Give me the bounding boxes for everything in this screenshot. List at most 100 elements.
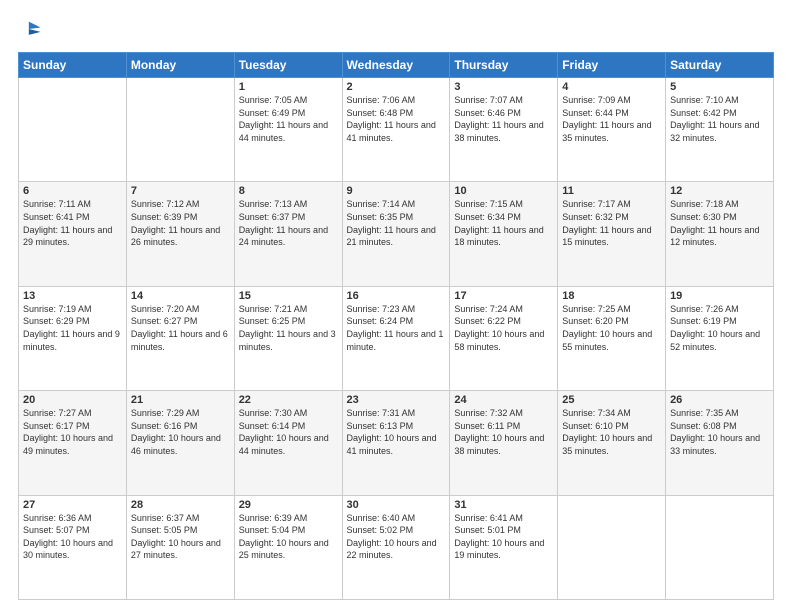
- day-number: 15: [239, 290, 338, 302]
- day-number: 27: [23, 499, 122, 511]
- day-info: Sunrise: 6:36 AMSunset: 5:07 PMDaylight:…: [23, 512, 122, 562]
- calendar-table: Sunday Monday Tuesday Wednesday Thursday…: [18, 52, 774, 600]
- day-info: Sunrise: 7:21 AMSunset: 6:25 PMDaylight:…: [239, 303, 338, 353]
- day-info: Sunrise: 7:25 AMSunset: 6:20 PMDaylight:…: [562, 303, 661, 353]
- day-info: Sunrise: 7:31 AMSunset: 6:13 PMDaylight:…: [347, 407, 446, 457]
- table-row: 23Sunrise: 7:31 AMSunset: 6:13 PMDayligh…: [342, 391, 450, 495]
- day-info: Sunrise: 7:07 AMSunset: 6:46 PMDaylight:…: [454, 94, 553, 144]
- day-number: 2: [347, 81, 446, 93]
- day-info: Sunrise: 7:24 AMSunset: 6:22 PMDaylight:…: [454, 303, 553, 353]
- table-row: 20Sunrise: 7:27 AMSunset: 6:17 PMDayligh…: [19, 391, 127, 495]
- day-number: 8: [239, 185, 338, 197]
- day-number: 26: [670, 394, 769, 406]
- table-row: 16Sunrise: 7:23 AMSunset: 6:24 PMDayligh…: [342, 286, 450, 390]
- table-row: 27Sunrise: 6:36 AMSunset: 5:07 PMDayligh…: [19, 495, 127, 599]
- table-row: 18Sunrise: 7:25 AMSunset: 6:20 PMDayligh…: [558, 286, 666, 390]
- day-number: 3: [454, 81, 553, 93]
- table-row: 2Sunrise: 7:06 AMSunset: 6:48 PMDaylight…: [342, 78, 450, 182]
- header: [18, 18, 774, 42]
- table-row: 17Sunrise: 7:24 AMSunset: 6:22 PMDayligh…: [450, 286, 558, 390]
- day-number: 28: [131, 499, 230, 511]
- table-row: [126, 78, 234, 182]
- day-number: 14: [131, 290, 230, 302]
- day-number: 23: [347, 394, 446, 406]
- table-row: 28Sunrise: 6:37 AMSunset: 5:05 PMDayligh…: [126, 495, 234, 599]
- day-info: Sunrise: 7:35 AMSunset: 6:08 PMDaylight:…: [670, 407, 769, 457]
- table-row: 11Sunrise: 7:17 AMSunset: 6:32 PMDayligh…: [558, 182, 666, 286]
- table-row: 12Sunrise: 7:18 AMSunset: 6:30 PMDayligh…: [666, 182, 774, 286]
- day-info: Sunrise: 7:30 AMSunset: 6:14 PMDaylight:…: [239, 407, 338, 457]
- day-number: 7: [131, 185, 230, 197]
- day-info: Sunrise: 7:32 AMSunset: 6:11 PMDaylight:…: [454, 407, 553, 457]
- day-number: 11: [562, 185, 661, 197]
- day-info: Sunrise: 7:17 AMSunset: 6:32 PMDaylight:…: [562, 198, 661, 248]
- col-wednesday: Wednesday: [342, 53, 450, 78]
- table-row: 13Sunrise: 7:19 AMSunset: 6:29 PMDayligh…: [19, 286, 127, 390]
- col-monday: Monday: [126, 53, 234, 78]
- day-number: 31: [454, 499, 553, 511]
- day-info: Sunrise: 7:19 AMSunset: 6:29 PMDaylight:…: [23, 303, 122, 353]
- table-row: 3Sunrise: 7:07 AMSunset: 6:46 PMDaylight…: [450, 78, 558, 182]
- day-number: 19: [670, 290, 769, 302]
- day-info: Sunrise: 7:34 AMSunset: 6:10 PMDaylight:…: [562, 407, 661, 457]
- day-number: 20: [23, 394, 122, 406]
- day-number: 24: [454, 394, 553, 406]
- day-info: Sunrise: 7:10 AMSunset: 6:42 PMDaylight:…: [670, 94, 769, 144]
- day-number: 16: [347, 290, 446, 302]
- col-saturday: Saturday: [666, 53, 774, 78]
- col-friday: Friday: [558, 53, 666, 78]
- table-row: 8Sunrise: 7:13 AMSunset: 6:37 PMDaylight…: [234, 182, 342, 286]
- day-number: 4: [562, 81, 661, 93]
- day-number: 22: [239, 394, 338, 406]
- table-row: [558, 495, 666, 599]
- table-row: 24Sunrise: 7:32 AMSunset: 6:11 PMDayligh…: [450, 391, 558, 495]
- day-number: 29: [239, 499, 338, 511]
- table-row: 15Sunrise: 7:21 AMSunset: 6:25 PMDayligh…: [234, 286, 342, 390]
- day-number: 10: [454, 185, 553, 197]
- day-info: Sunrise: 7:29 AMSunset: 6:16 PMDaylight:…: [131, 407, 230, 457]
- table-row: 1Sunrise: 7:05 AMSunset: 6:49 PMDaylight…: [234, 78, 342, 182]
- day-info: Sunrise: 7:27 AMSunset: 6:17 PMDaylight:…: [23, 407, 122, 457]
- day-info: Sunrise: 7:09 AMSunset: 6:44 PMDaylight:…: [562, 94, 661, 144]
- table-row: 31Sunrise: 6:41 AMSunset: 5:01 PMDayligh…: [450, 495, 558, 599]
- table-row: [666, 495, 774, 599]
- day-number: 21: [131, 394, 230, 406]
- day-info: Sunrise: 7:11 AMSunset: 6:41 PMDaylight:…: [23, 198, 122, 248]
- col-tuesday: Tuesday: [234, 53, 342, 78]
- day-info: Sunrise: 7:23 AMSunset: 6:24 PMDaylight:…: [347, 303, 446, 353]
- day-info: Sunrise: 7:18 AMSunset: 6:30 PMDaylight:…: [670, 198, 769, 248]
- table-row: 5Sunrise: 7:10 AMSunset: 6:42 PMDaylight…: [666, 78, 774, 182]
- logo-icon: [20, 18, 42, 40]
- table-row: 21Sunrise: 7:29 AMSunset: 6:16 PMDayligh…: [126, 391, 234, 495]
- table-row: 30Sunrise: 6:40 AMSunset: 5:02 PMDayligh…: [342, 495, 450, 599]
- page: Sunday Monday Tuesday Wednesday Thursday…: [0, 0, 792, 612]
- day-number: 1: [239, 81, 338, 93]
- day-number: 17: [454, 290, 553, 302]
- table-row: 14Sunrise: 7:20 AMSunset: 6:27 PMDayligh…: [126, 286, 234, 390]
- day-info: Sunrise: 6:37 AMSunset: 5:05 PMDaylight:…: [131, 512, 230, 562]
- table-row: 6Sunrise: 7:11 AMSunset: 6:41 PMDaylight…: [19, 182, 127, 286]
- col-sunday: Sunday: [19, 53, 127, 78]
- logo: [18, 18, 42, 42]
- day-info: Sunrise: 6:40 AMSunset: 5:02 PMDaylight:…: [347, 512, 446, 562]
- calendar-header-row: Sunday Monday Tuesday Wednesday Thursday…: [19, 53, 774, 78]
- table-row: 4Sunrise: 7:09 AMSunset: 6:44 PMDaylight…: [558, 78, 666, 182]
- day-number: 30: [347, 499, 446, 511]
- table-row: 10Sunrise: 7:15 AMSunset: 6:34 PMDayligh…: [450, 182, 558, 286]
- day-number: 18: [562, 290, 661, 302]
- day-info: Sunrise: 7:13 AMSunset: 6:37 PMDaylight:…: [239, 198, 338, 248]
- day-info: Sunrise: 6:39 AMSunset: 5:04 PMDaylight:…: [239, 512, 338, 562]
- table-row: 22Sunrise: 7:30 AMSunset: 6:14 PMDayligh…: [234, 391, 342, 495]
- day-info: Sunrise: 7:12 AMSunset: 6:39 PMDaylight:…: [131, 198, 230, 248]
- day-number: 9: [347, 185, 446, 197]
- day-info: Sunrise: 7:15 AMSunset: 6:34 PMDaylight:…: [454, 198, 553, 248]
- table-row: 29Sunrise: 6:39 AMSunset: 5:04 PMDayligh…: [234, 495, 342, 599]
- day-info: Sunrise: 7:14 AMSunset: 6:35 PMDaylight:…: [347, 198, 446, 248]
- day-number: 13: [23, 290, 122, 302]
- table-row: 7Sunrise: 7:12 AMSunset: 6:39 PMDaylight…: [126, 182, 234, 286]
- table-row: [19, 78, 127, 182]
- table-row: 9Sunrise: 7:14 AMSunset: 6:35 PMDaylight…: [342, 182, 450, 286]
- col-thursday: Thursday: [450, 53, 558, 78]
- day-number: 12: [670, 185, 769, 197]
- day-info: Sunrise: 6:41 AMSunset: 5:01 PMDaylight:…: [454, 512, 553, 562]
